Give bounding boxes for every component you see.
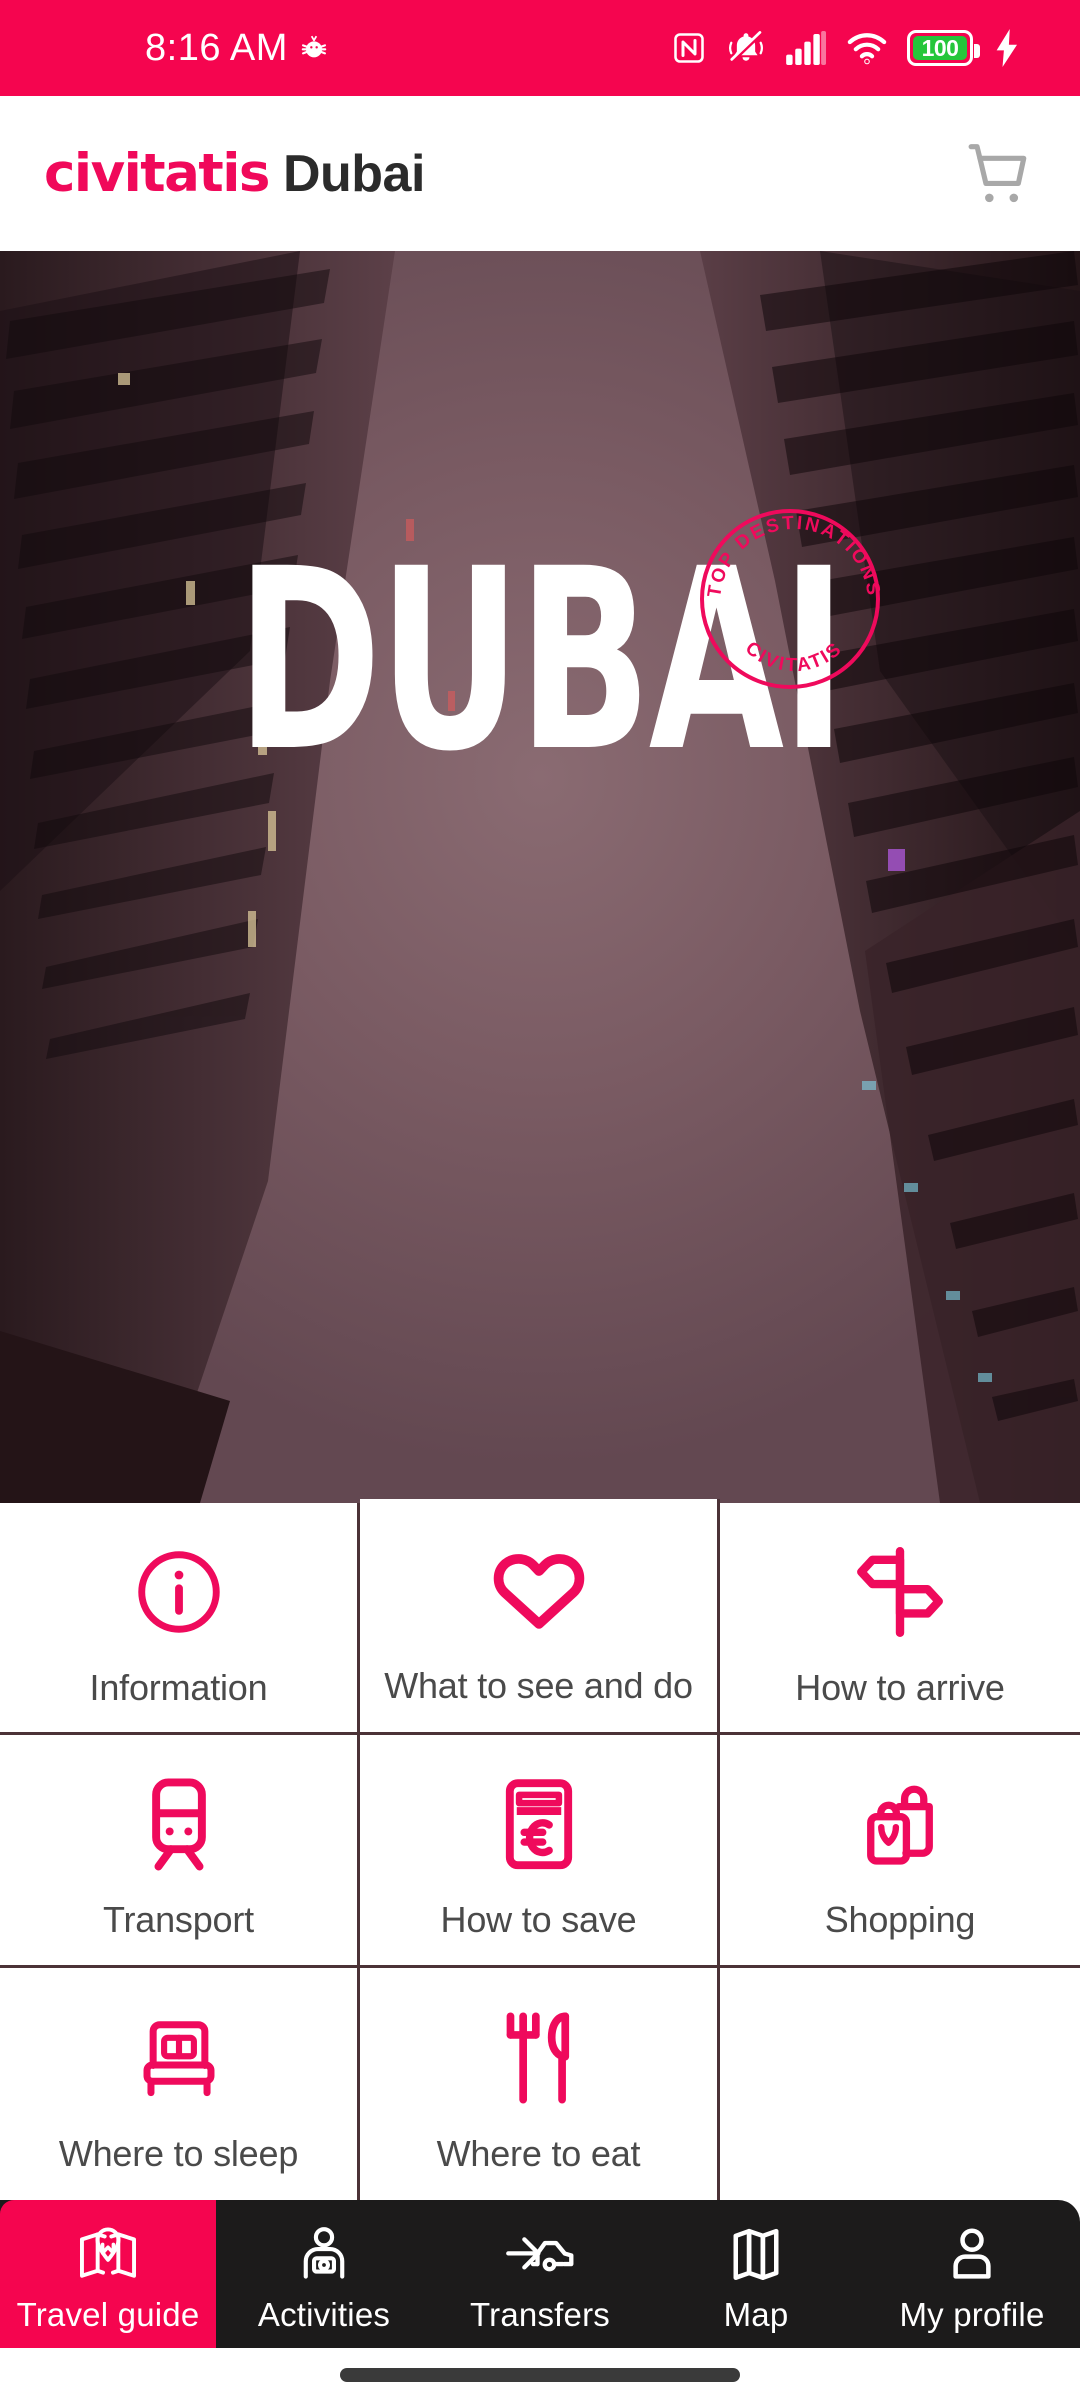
nav-label: Transfers — [470, 2296, 610, 2333]
heart-icon — [490, 1531, 588, 1649]
tile-what-to-see-and-do[interactable]: What to see and do — [360, 1499, 720, 1736]
person-icon — [946, 2220, 998, 2282]
nav-item-travel-guide[interactable]: Travel guide — [0, 2200, 216, 2348]
nav-item-map[interactable]: Map — [648, 2200, 864, 2348]
info-circle-icon — [133, 1533, 225, 1651]
nav-item-my-profile[interactable]: My profile — [864, 2200, 1080, 2348]
tile-label: What to see and do — [384, 1664, 693, 1706]
home-indicator[interactable] — [340, 2368, 740, 2382]
nav-label: Travel guide — [16, 2296, 200, 2333]
nav-item-activities[interactable]: Activities — [216, 2200, 432, 2348]
tile-how-to-save[interactable]: How to save — [360, 1735, 720, 1968]
status-bar-left: 8:16 AM — [145, 29, 330, 67]
signal-icon — [786, 31, 827, 65]
folded-map-pin-icon — [77, 2220, 139, 2282]
tile-where-to-sleep[interactable]: Where to sleep — [0, 1967, 360, 2200]
battery-level: 100 — [921, 34, 959, 61]
charging-bolt-icon — [996, 29, 1018, 67]
shopping-bags-icon — [852, 1765, 948, 1883]
nfc-icon — [674, 33, 704, 63]
tile-label: Shopping — [824, 1899, 976, 1941]
tile-label: How to save — [440, 1899, 637, 1941]
euro-banknote-icon — [495, 1765, 583, 1883]
bed-icon — [133, 1999, 225, 2117]
stamp-top-text: TOP DESTINATIONS — [704, 513, 882, 599]
tile-label: How to arrive — [795, 1666, 1005, 1708]
tile-how-to-arrive[interactable]: How to arrive — [720, 1503, 1080, 1736]
city-name: Dubai — [282, 145, 425, 203]
status-bar: 8:16 AM 100 — [0, 0, 1080, 96]
wifi-icon — [847, 33, 887, 65]
battery-icon: 100 — [907, 30, 980, 66]
nav-label: My profile — [899, 2296, 1045, 2333]
bottom-navigation: Travel guide Activities Transfers Map My… — [0, 2200, 1080, 2348]
nav-label: Activities — [257, 2296, 391, 2333]
tile-empty — [720, 1968, 1080, 2200]
ringer-muted-icon — [728, 31, 764, 64]
cart-button[interactable] — [962, 137, 1036, 211]
brand-name: civitatis — [44, 143, 270, 204]
hero-buildings-image — [0, 251, 1080, 1503]
shopping-cart-icon — [968, 143, 1027, 202]
folded-map-icon — [730, 2220, 782, 2282]
tile-label: Where to sleep — [58, 2132, 299, 2174]
category-grid: Information What to see and do How to ar… — [0, 1499, 1080, 2200]
svg-text:TOP DESTINATIONS: TOP DESTINATIONS — [704, 513, 884, 599]
svg-text:CIVITATIS: CIVITATIS — [741, 638, 847, 676]
signpost-icon — [853, 1533, 947, 1651]
top-destinations-stamp: TOP DESTINATIONS CIVITATIS — [700, 509, 882, 689]
nav-label: Map — [723, 2296, 789, 2333]
tile-label: Information — [89, 1666, 268, 1708]
bug-icon — [301, 35, 327, 58]
car-arrow-icon — [505, 2220, 575, 2282]
person-camera-icon — [295, 2220, 353, 2282]
tile-shopping[interactable]: Shopping — [720, 1735, 1080, 1968]
tile-where-to-eat[interactable]: Where to eat — [360, 1967, 720, 2200]
app-screen: 8:16 AM 100 civitatis Dubai DUBAI TOP DE… — [0, 0, 1080, 2400]
brand-logo[interactable]: civitatis Dubai — [44, 143, 425, 204]
hero-banner: DUBAI TOP DESTINATIONS CIVITATIS — [0, 251, 1080, 1503]
app-header: civitatis Dubai — [0, 96, 1080, 251]
tile-transport[interactable]: Transport — [0, 1735, 360, 1968]
stamp-bottom-text: CIVITATIS — [741, 638, 845, 676]
tile-label: Transport — [103, 1899, 254, 1941]
fork-knife-icon — [496, 1999, 582, 2117]
status-bar-clock: 8:16 AM — [145, 27, 288, 69]
tile-information[interactable]: Information — [0, 1503, 360, 1736]
tile-label: Where to eat — [436, 2132, 641, 2174]
train-icon — [137, 1765, 221, 1883]
nav-item-transfers[interactable]: Transfers — [432, 2200, 648, 2348]
status-bar-right: 100 — [671, 29, 1022, 67]
